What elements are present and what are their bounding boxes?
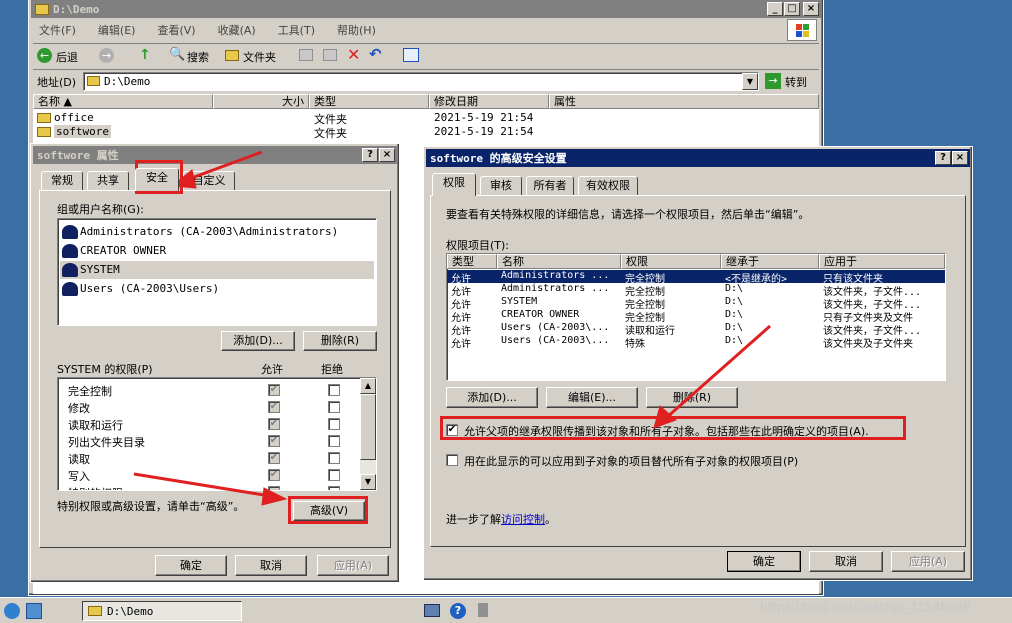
help-icon[interactable]: ? xyxy=(450,603,466,619)
taskbar-window-label: D:\Demo xyxy=(107,605,154,618)
ie-icon[interactable] xyxy=(4,603,20,619)
network-icon[interactable] xyxy=(424,604,440,617)
taskbar: D:\Demo ? https://blog.csdn.net/qq_41548… xyxy=(0,597,1012,623)
tray-icon[interactable] xyxy=(478,603,488,617)
tab-permissions[interactable]: 权限 xyxy=(432,173,476,196)
watermark: https://blog.csdn.net/qq_41548088 xyxy=(760,600,971,614)
taskbar-window-button[interactable]: D:\Demo xyxy=(82,601,242,621)
desktop-icon[interactable] xyxy=(26,603,42,619)
tab-security[interactable]: 安全 xyxy=(135,168,179,191)
folder-icon xyxy=(88,606,102,616)
annotation-arrows xyxy=(133,150,771,506)
